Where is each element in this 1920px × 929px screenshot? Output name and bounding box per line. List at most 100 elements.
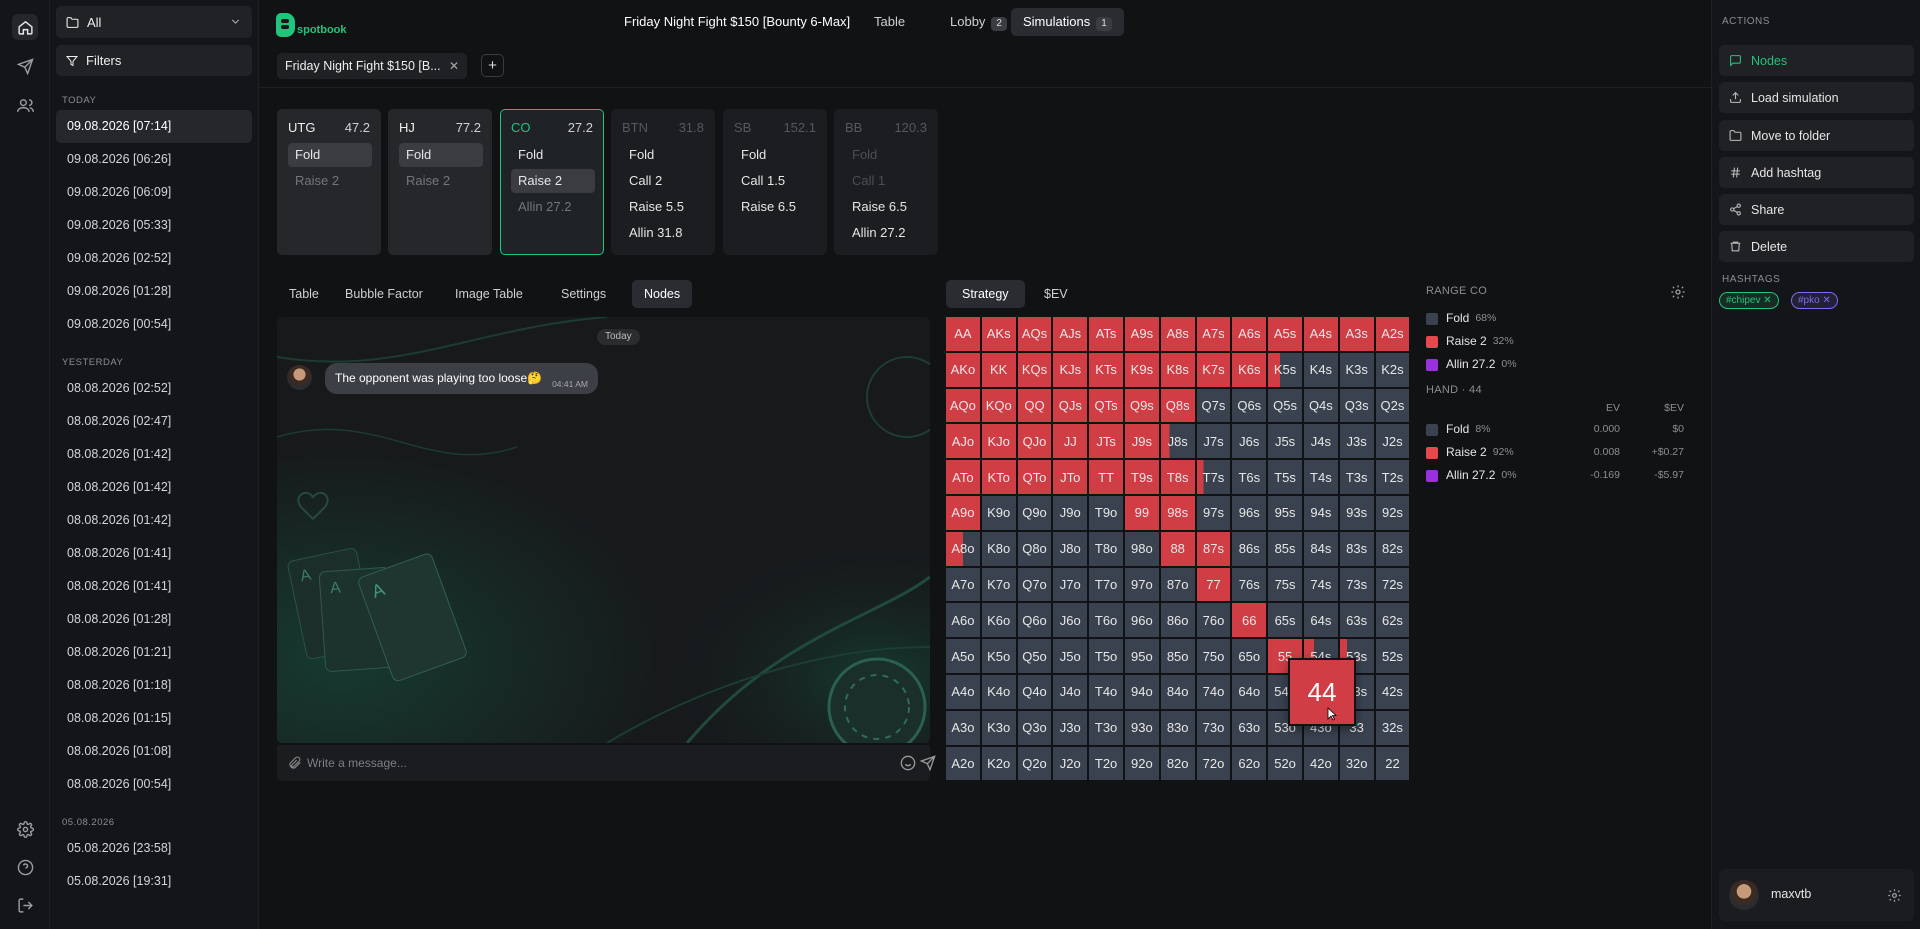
hand-cell[interactable]: J7o — [1052, 566, 1089, 603]
message-input[interactable]: Write a message... — [277, 745, 936, 781]
history-item[interactable]: 08.08.2026 [01:08] — [56, 735, 252, 768]
gear-icon[interactable] — [1670, 284, 1686, 300]
seat-action[interactable]: Raise 6.5 — [734, 195, 818, 219]
hand-cell[interactable]: T4s — [1302, 459, 1339, 495]
hand-cell[interactable]: J2s — [1374, 423, 1411, 460]
hand-cell[interactable]: JTo — [1052, 459, 1089, 495]
history-item[interactable]: 09.08.2026 [05:33] — [56, 209, 252, 242]
seat-action[interactable]: Raise 5.5 — [622, 195, 706, 219]
hand-cell[interactable]: T8o — [1088, 530, 1124, 567]
hand-cell[interactable]: ATs — [1088, 316, 1124, 352]
hand-cell[interactable]: T7s — [1195, 459, 1232, 495]
hand-cell[interactable]: 72o — [1195, 745, 1232, 782]
hand-cell[interactable]: Q8s — [1159, 387, 1196, 424]
hand-cell[interactable]: 94o — [1123, 673, 1160, 710]
hand-cell[interactable]: A5o — [945, 638, 981, 674]
hand-cell[interactable]: 74s — [1302, 566, 1339, 603]
hand-cell[interactable]: J8o — [1052, 530, 1089, 567]
hand-cell[interactable]: 82s — [1374, 530, 1411, 567]
hand-cell[interactable]: K3s — [1338, 351, 1375, 388]
hand-cell[interactable]: K7s — [1195, 351, 1232, 388]
seat-action[interactable]: Fold — [845, 143, 929, 167]
history-item[interactable]: 09.08.2026 [06:09] — [56, 176, 252, 209]
hand-cell[interactable]: K5s — [1267, 351, 1303, 388]
hashtag-chip[interactable]: #pko ✕ — [1791, 292, 1838, 309]
hand-cell[interactable]: TT — [1088, 459, 1124, 495]
hand-cell[interactable]: 42o — [1302, 745, 1339, 782]
hand-cell[interactable]: K9o — [980, 494, 1017, 531]
hand-cell[interactable]: 22 — [1374, 745, 1411, 782]
move-to-folder-button[interactable]: Move to folder — [1719, 120, 1914, 151]
hand-cell[interactable]: A7s — [1195, 316, 1232, 352]
hand-cell[interactable]: JTs — [1088, 423, 1124, 460]
tab-table[interactable]: Table — [862, 8, 917, 36]
history-item[interactable]: 05.08.2026 [23:58] — [56, 832, 252, 865]
history-item[interactable]: 08.08.2026 [02:47] — [56, 405, 252, 438]
hand-cell[interactable]: K4o — [980, 673, 1017, 710]
seat-action[interactable]: Allin 27.2 — [845, 221, 929, 245]
hand-cell[interactable]: J6o — [1052, 602, 1089, 639]
hand-cell[interactable]: 76o — [1195, 602, 1232, 639]
history-item[interactable]: 05.08.2026 [19:31] — [56, 865, 252, 898]
tab-strategy[interactable]: Strategy — [946, 280, 1025, 308]
hand-cell[interactable]: KJs — [1052, 351, 1089, 388]
history-item[interactable]: 09.08.2026 [06:26] — [56, 143, 252, 176]
hand-cell[interactable]: 73o — [1195, 709, 1232, 746]
hand-cell[interactable]: Q2s — [1374, 387, 1411, 424]
hand-cell[interactable]: 75s — [1267, 566, 1303, 603]
seat-action[interactable]: Fold — [399, 143, 483, 167]
hand-cell[interactable]: A7o — [945, 566, 981, 603]
hand-cell[interactable]: QTs — [1088, 387, 1124, 424]
tab-nodes[interactable]: Nodes — [632, 280, 693, 308]
send-icon[interactable] — [12, 53, 38, 79]
hand-cell[interactable]: 84s — [1302, 530, 1339, 567]
hand-cell[interactable]: 77 — [1195, 566, 1232, 603]
hand-cell[interactable]: J9o — [1052, 494, 1089, 531]
hand-cell[interactable]: 99 — [1123, 494, 1160, 531]
hand-cell[interactable]: AJs — [1052, 316, 1089, 352]
history-item[interactable]: 08.08.2026 [01:42] — [56, 471, 252, 504]
history-item[interactable]: 08.08.2026 [02:52] — [56, 372, 252, 405]
hand-cell[interactable]: 88 — [1159, 530, 1196, 567]
hand-cell[interactable]: AKo — [945, 351, 981, 388]
hand-cell[interactable]: K3o — [980, 709, 1017, 746]
hand-cell[interactable]: 32s — [1374, 709, 1411, 746]
hand-cell[interactable]: 63o — [1231, 709, 1268, 746]
hand-cell[interactable]: T5s — [1267, 459, 1303, 495]
history-item[interactable]: 08.08.2026 [01:18] — [56, 669, 252, 702]
hand-cell[interactable]: K8s — [1159, 351, 1196, 388]
hand-cell[interactable]: AA — [945, 316, 981, 352]
history-item[interactable]: 08.08.2026 [01:41] — [56, 537, 252, 570]
hand-cell[interactable]: T3s — [1338, 459, 1375, 495]
home-icon[interactable] — [12, 14, 38, 40]
hand-cell[interactable]: T2s — [1374, 459, 1411, 495]
hand-cell[interactable]: QTo — [1016, 459, 1053, 495]
hand-cell[interactable]: 65s — [1267, 602, 1303, 639]
tab-lobby[interactable]: Lobby 2 — [938, 8, 1019, 36]
seat-action[interactable]: Fold — [734, 143, 818, 167]
paperclip-icon[interactable] — [288, 756, 302, 770]
hand-cell[interactable]: 87s — [1195, 530, 1232, 567]
hand-cell[interactable]: 95s — [1267, 494, 1303, 531]
hand-cell[interactable]: KTo — [980, 459, 1017, 495]
hand-cell[interactable]: 98o — [1123, 530, 1160, 567]
hand-cell[interactable]: 93s — [1338, 494, 1375, 531]
hand-cell[interactable]: AQs — [1016, 316, 1053, 352]
hand-cell[interactable]: 62o — [1231, 745, 1268, 782]
hand-cell[interactable]: Q9s — [1123, 387, 1160, 424]
hand-cell[interactable]: 84o — [1159, 673, 1196, 710]
hand-cell[interactable]: Q9o — [1016, 494, 1053, 531]
tab-ev[interactable]: $EV — [1028, 280, 1084, 308]
hand-cell[interactable]: A9s — [1123, 316, 1160, 352]
hand-cell[interactable]: 97s — [1195, 494, 1232, 531]
hand-cell[interactable]: 83s — [1338, 530, 1375, 567]
hand-cell[interactable]: 87o — [1159, 566, 1196, 603]
hand-cell[interactable]: Q3s — [1338, 387, 1375, 424]
add-hashtag-button[interactable]: Add hashtag — [1719, 157, 1914, 188]
hand-cell[interactable]: AQo — [945, 387, 981, 424]
hand-cell[interactable]: T5o — [1088, 638, 1124, 674]
hand-cell[interactable]: K6o — [980, 602, 1017, 639]
hand-cell[interactable]: 82o — [1159, 745, 1196, 782]
hand-cell[interactable]: 76s — [1231, 566, 1268, 603]
tab-panel-table[interactable]: Table — [277, 280, 331, 308]
